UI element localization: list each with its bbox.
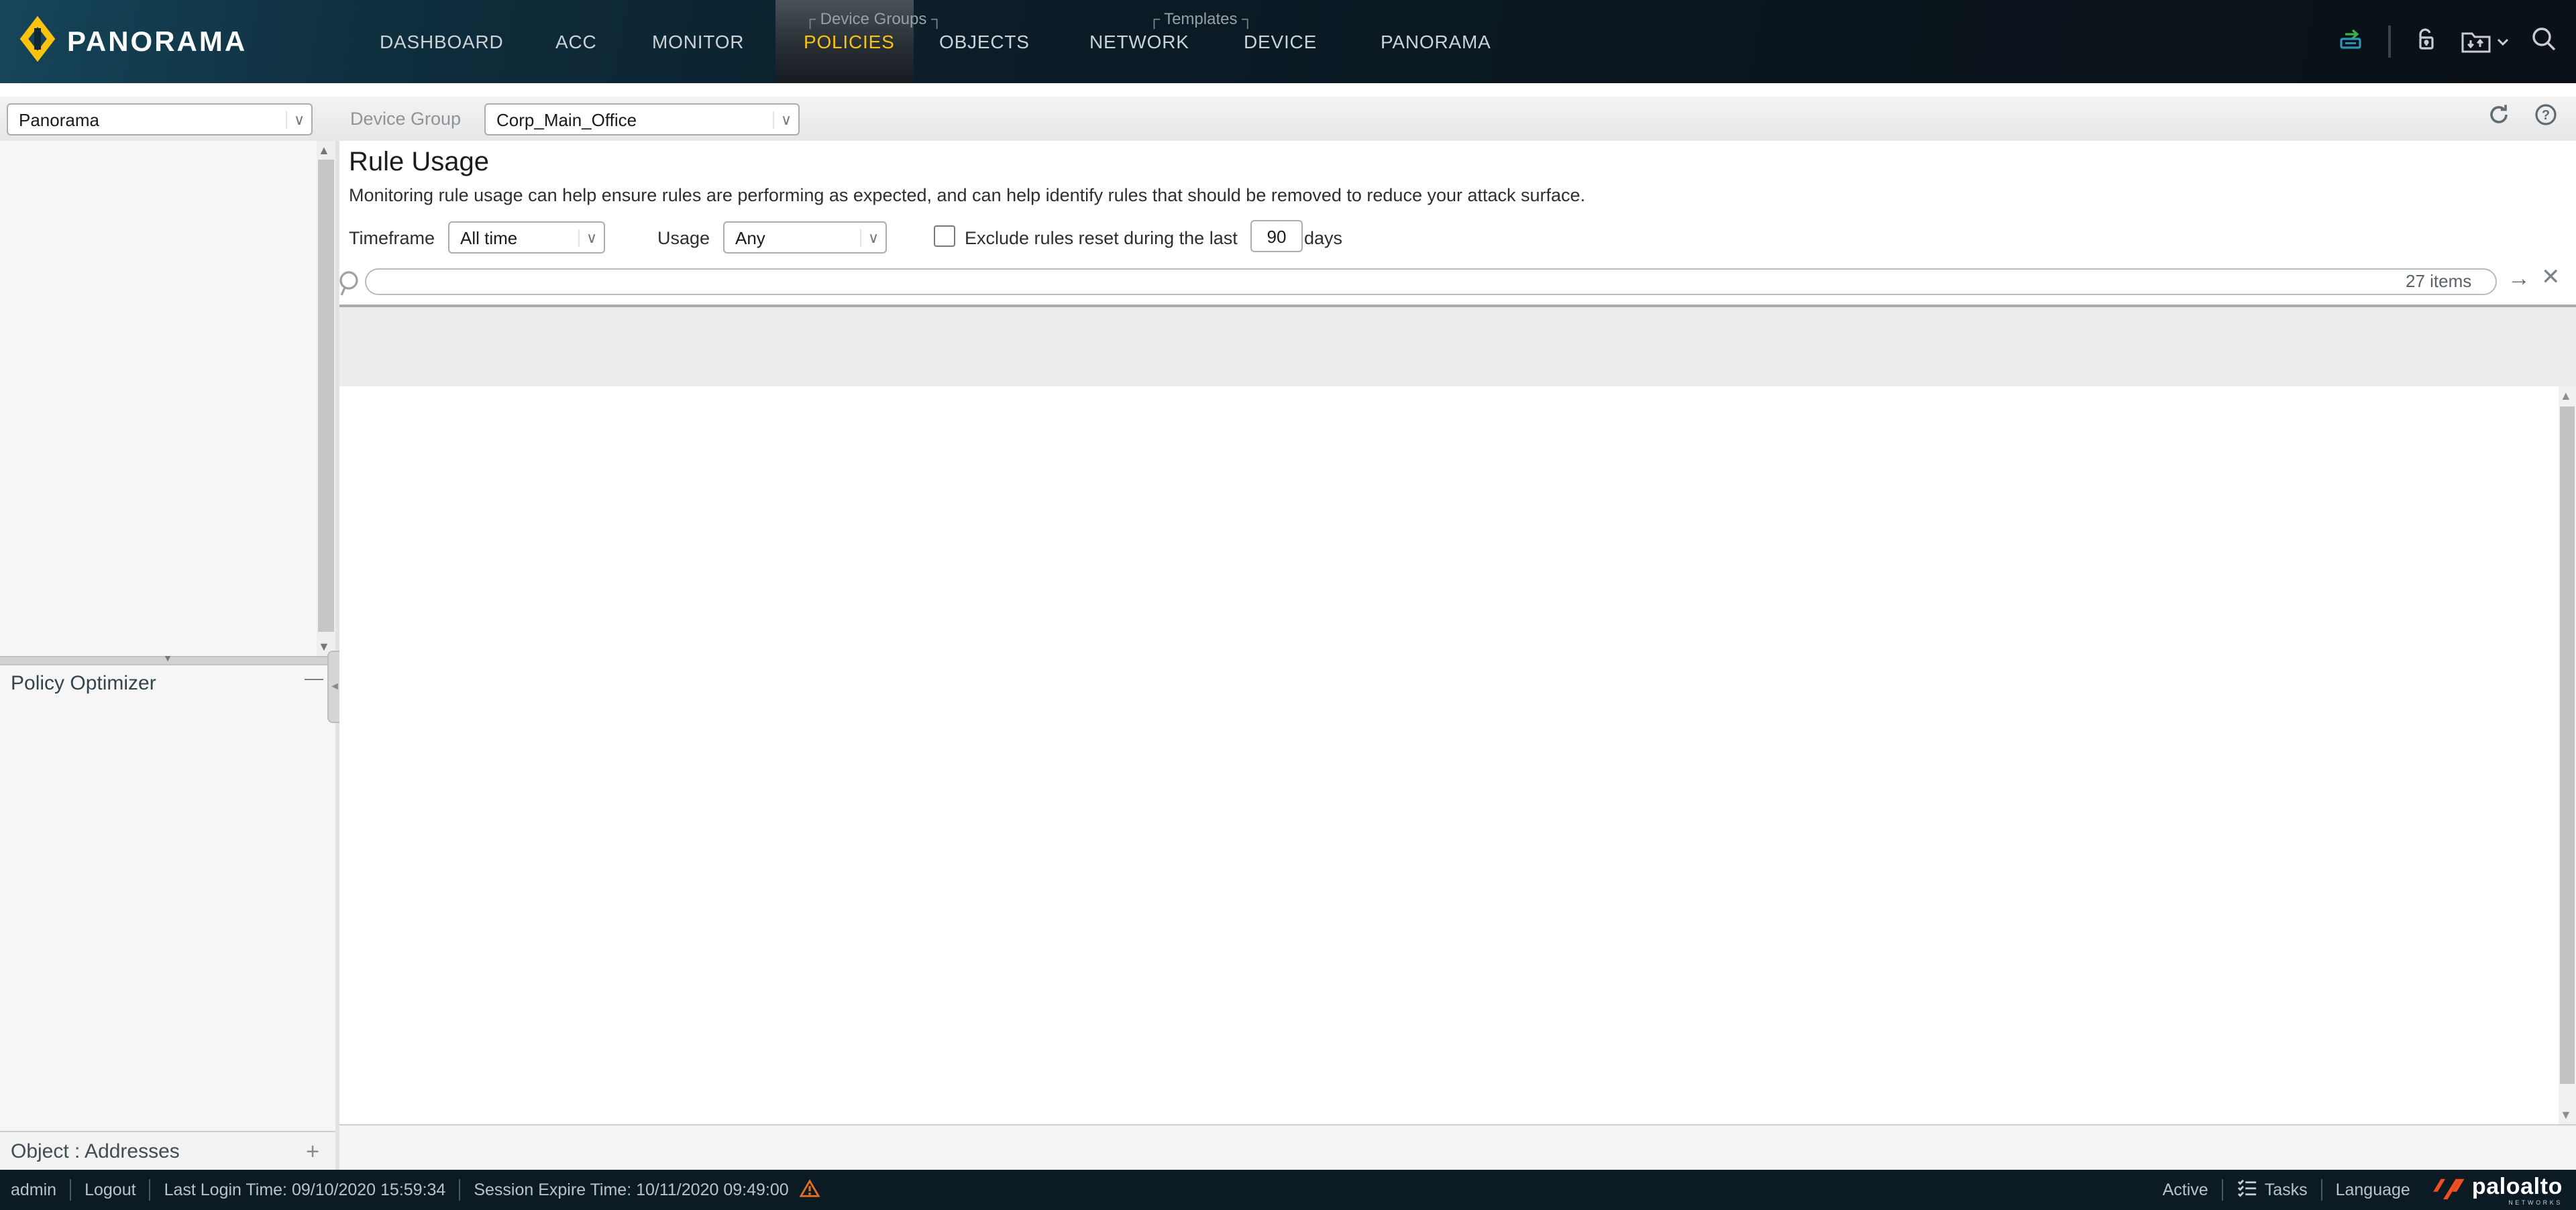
- exclude-rules-label: Exclude rules reset during the last: [965, 224, 1238, 252]
- logout-link[interactable]: Logout: [85, 1180, 136, 1199]
- plus-icon[interactable]: +: [306, 1132, 319, 1171]
- status-divider: [2321, 1179, 2322, 1201]
- chevron-down-icon: ∨: [860, 229, 885, 246]
- usage-label: Usage: [657, 224, 710, 252]
- action-bar: [339, 1124, 2576, 1170]
- apply-filter-arrow-icon[interactable]: →: [2508, 266, 2530, 292]
- scroll-up-arrow[interactable]: ▲: [2560, 389, 2572, 402]
- page-description: Monitoring rule usage can help ensure ru…: [349, 185, 1585, 205]
- table-body: [339, 386, 2576, 1124]
- session-expire-time: Session Expire Time: 10/11/2020 09:49:00: [474, 1180, 788, 1199]
- days-label: days: [1304, 224, 1342, 252]
- table-header: [339, 305, 2576, 386]
- scroll-down-arrow[interactable]: ▼: [2560, 1108, 2572, 1121]
- tasks-icon: [2237, 1178, 2258, 1202]
- help-icon[interactable]: ?: [2534, 103, 2557, 133]
- paloalto-wordmark: paloalto: [2472, 1174, 2563, 1197]
- nav-tab-objects[interactable]: OBJECTS: [939, 0, 1030, 83]
- status-divider: [150, 1179, 151, 1201]
- timeframe-select-value: All time: [449, 227, 578, 248]
- status-divider: [2222, 1179, 2223, 1201]
- clear-filter-icon[interactable]: ✕: [2541, 264, 2561, 291]
- brand-title: PANORAMA: [67, 26, 247, 58]
- tree-scrollbar-thumb[interactable]: [318, 160, 334, 632]
- object-addresses-label: Object : Addresses: [11, 1132, 180, 1171]
- status-bar: admin Logout Last Login Time: 09/10/2020…: [0, 1170, 2576, 1210]
- context-select[interactable]: Panorama ∨: [7, 103, 313, 135]
- logged-in-user: admin: [11, 1180, 56, 1199]
- timeframe-select[interactable]: All time ∨: [448, 221, 605, 254]
- minimize-icon[interactable]: —: [303, 667, 325, 688]
- device-group-select-value: Corp_Main_Office: [486, 109, 773, 129]
- nav-divider: [2388, 25, 2391, 58]
- warning-icon[interactable]: [800, 1178, 820, 1201]
- usage-select[interactable]: Any ∨: [723, 221, 887, 254]
- commit-icon[interactable]: [2337, 26, 2367, 57]
- language-button[interactable]: Language: [2336, 1180, 2410, 1199]
- table-scrollbar[interactable]: ▲ ▼: [2559, 386, 2576, 1124]
- nav-group-label: Device Groups: [804, 9, 943, 28]
- scroll-up-arrow[interactable]: ▲: [318, 144, 330, 157]
- nav-tab-monitor[interactable]: MONITOR: [652, 0, 744, 83]
- last-login-time: Last Login Time: 09/10/2020 15:59:34: [164, 1180, 446, 1199]
- toolbar-icons: ?: [2487, 103, 2557, 133]
- scroll-down-arrow[interactable]: ▼: [318, 640, 330, 653]
- config-folder-icon[interactable]: [2461, 30, 2509, 54]
- accent-bar: [0, 83, 2576, 97]
- exclude-rules-checkbox[interactable]: [934, 225, 955, 247]
- status-divider: [70, 1179, 71, 1201]
- nav-tab-device[interactable]: DEVICE: [1244, 0, 1317, 83]
- tree-scrollbar[interactable]: ▲ ▼: [317, 141, 335, 656]
- panorama-app: PANORAMA DASHBOARDACCMONITORPOLICIESOBJE…: [0, 0, 2576, 1210]
- nav-tab-dashboard[interactable]: DASHBOARD: [380, 0, 504, 83]
- device-group-label: Device Group: [350, 109, 461, 129]
- panorama-logo-icon: [21, 19, 54, 66]
- object-addresses-bar[interactable]: Object : Addresses +: [0, 1131, 335, 1171]
- search-input[interactable]: [365, 268, 2497, 295]
- policy-optimizer-title: Policy Optimizer: [11, 672, 156, 695]
- chevron-down-icon: ∨: [578, 229, 604, 246]
- paloalto-icon: [2432, 1174, 2467, 1204]
- lock-icon[interactable]: [2412, 25, 2439, 58]
- chevron-down-icon: [2497, 37, 2509, 46]
- status-right: Active Tasks Language paloalto NETWORKS: [2163, 1170, 2563, 1210]
- screen: PANORAMA DASHBOARDACCMONITORPOLICIESOBJE…: [0, 0, 2576, 1210]
- sidebar-splitter[interactable]: ▼: [0, 656, 335, 665]
- main-panel: Rule Usage Monitoring rule usage can hel…: [339, 141, 2576, 1170]
- policy-tree: [0, 141, 335, 656]
- context-toolbar: Panorama ∨ Device Group Corp_Main_Office…: [0, 97, 2576, 142]
- top-nav: PANORAMA DASHBOARDACCMONITORPOLICIESOBJE…: [0, 0, 2576, 83]
- usage-select-value: Any: [724, 227, 860, 248]
- search-icon: [334, 267, 364, 309]
- search-icon[interactable]: [2530, 25, 2557, 58]
- device-group-select[interactable]: Corp_Main_Office ∨: [484, 103, 800, 135]
- tasks-button[interactable]: Tasks: [2265, 1180, 2308, 1199]
- sidebar: ▲ ▼ ▼ Policy Optimizer — Object : Addres…: [0, 141, 335, 1170]
- ha-state: Active: [2163, 1180, 2208, 1199]
- nav-group-label: Templates: [1148, 9, 1253, 28]
- paloalto-networks-sub: NETWORKS: [2472, 1199, 2563, 1205]
- context-select-value: Panorama: [8, 109, 286, 129]
- nav-tab-panorama[interactable]: PANORAMA: [1381, 0, 1491, 83]
- table-scrollbar-thumb[interactable]: [2560, 406, 2575, 1084]
- nav-icons: [2337, 0, 2557, 83]
- refresh-icon[interactable]: [2487, 103, 2510, 133]
- paloalto-logo: paloalto NETWORKS: [2432, 1174, 2563, 1205]
- timeframe-label: Timeframe: [349, 224, 435, 252]
- items-count-badge: 27 items: [2406, 271, 2471, 291]
- page-title: Rule Usage: [349, 148, 489, 178]
- chevron-down-icon: ∨: [286, 111, 311, 128]
- chevron-down-icon: ∨: [773, 111, 798, 128]
- exclude-days-input[interactable]: [1250, 220, 1303, 252]
- status-divider: [459, 1179, 460, 1201]
- nav-tab-acc[interactable]: ACC: [555, 0, 597, 83]
- svg-text:?: ?: [2542, 108, 2550, 123]
- panorama-brand: PANORAMA: [21, 19, 247, 66]
